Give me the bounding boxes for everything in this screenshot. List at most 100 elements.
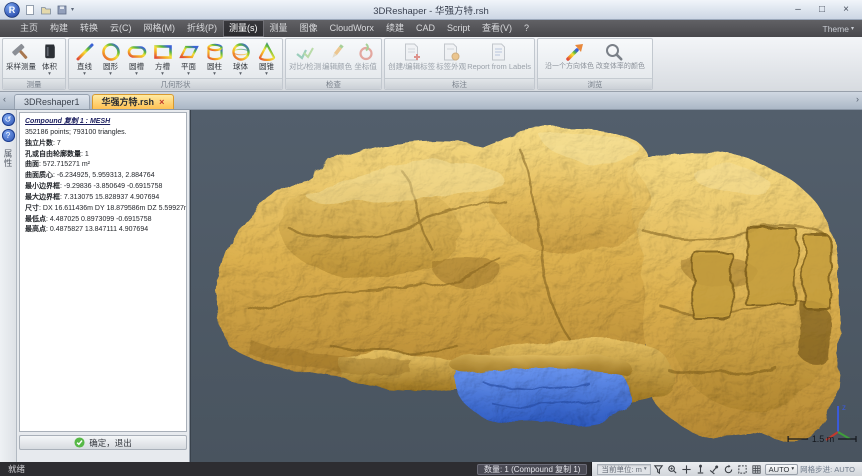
edit-colors-button[interactable]: 编辑颜色 xyxy=(322,41,352,71)
viewport-3d[interactable]: z 1.5 m xyxy=(190,110,862,462)
open-file-icon[interactable] xyxy=(39,3,52,16)
menu-tab[interactable]: 续建 xyxy=(380,20,410,37)
tab-scroll-right-icon[interactable]: › xyxy=(856,94,859,104)
menu-tab[interactable]: 转换 xyxy=(74,20,104,37)
zoom-icon[interactable] xyxy=(667,463,679,475)
menu-tab[interactable]: 测量 xyxy=(264,20,294,37)
property-row: 曲面: 572.715271 m² xyxy=(25,160,181,171)
shape-cylinder-button[interactable]: 圆柱 ▾ xyxy=(202,41,227,78)
property-row: 最小边界框: -9.29836 -3.850649 -0.6915758 xyxy=(25,182,181,193)
menu-tab[interactable]: 构建 xyxy=(44,20,74,37)
view-direction-color-button[interactable] xyxy=(563,41,588,63)
menu-tabs: 主页 构建 转换 云(C) 网格(M) 折线(P) 测量(s) 测量 图像 Cl… xyxy=(14,20,535,37)
chevron-down-icon[interactable]: ▾ xyxy=(48,72,51,78)
menu-tab[interactable]: 主页 xyxy=(14,20,44,37)
chevron-down-icon[interactable]: ▾ xyxy=(239,72,242,78)
menu-tab[interactable]: ? xyxy=(518,20,535,37)
chevron-down-icon[interactable]: ▾ xyxy=(265,72,268,78)
back-icon[interactable]: ↺ xyxy=(2,113,15,126)
menu-tab[interactable]: 网格(M) xyxy=(138,20,182,37)
close-tab-icon[interactable]: × xyxy=(159,95,164,109)
magnifier-icon xyxy=(603,41,625,63)
quick-access-caret-icon[interactable]: ▾ xyxy=(71,6,74,13)
chevron-down-icon[interactable]: ▾ xyxy=(187,72,190,78)
shape-circle-button[interactable]: 圆形 ▾ xyxy=(98,41,123,78)
theme-selector[interactable]: Theme ▾ xyxy=(815,20,862,37)
shape-plane-button[interactable]: 平面 ▾ xyxy=(176,41,201,78)
chevron-down-icon[interactable]: ▾ xyxy=(109,72,112,78)
group-label: 测量 xyxy=(3,78,65,89)
document-tab-bar: ‹ 3DReshaper1 华强方特.rsh × › xyxy=(0,92,862,110)
object-counts: 352186 points; 793100 triangles. xyxy=(25,128,181,139)
close-button[interactable]: × xyxy=(834,1,858,19)
sample-measure-button[interactable]: 采样测量 xyxy=(6,41,36,71)
document-tab-active[interactable]: 华强方特.rsh × xyxy=(92,94,175,109)
object-title: Compound 复制 1 : MESH xyxy=(25,117,181,128)
property-row: 孔或自由轮廓数量: 1 xyxy=(25,150,181,161)
units-combo[interactable]: 当前单位: m ▾ xyxy=(597,464,650,475)
side-strip: ↺ ? 属性 xyxy=(0,110,17,462)
tab-scroll-left-icon[interactable]: ‹ xyxy=(3,94,6,104)
maximize-button[interactable]: □ xyxy=(810,1,834,19)
label-gear-icon xyxy=(440,41,462,63)
check-icon xyxy=(74,437,85,448)
auto-button[interactable]: AUTO ▾ xyxy=(765,464,798,475)
confirm-exit-button[interactable]: 确定，退出 xyxy=(19,435,187,450)
rotate-icon[interactable] xyxy=(723,463,735,475)
active-tab-label: 华强方特.rsh xyxy=(102,95,155,109)
grid-icon[interactable] xyxy=(751,463,763,475)
button-label: 采样测量 xyxy=(6,63,36,71)
pin-tilted-icon[interactable] xyxy=(709,463,721,475)
ribbon-group-measure: 采样测量 体积 ▾ 测量 xyxy=(2,38,66,90)
magnify-view-button[interactable] xyxy=(602,41,627,63)
mesh-group xyxy=(218,126,840,441)
object-properties: Compound 复制 1 : MESH 352186 points; 7931… xyxy=(19,112,187,432)
report-from-labels-button[interactable]: Report from Labels xyxy=(467,41,531,71)
shape-slot-button[interactable]: 圆槽 ▾ xyxy=(124,41,149,78)
shape-line-button[interactable]: 直线 ▾ xyxy=(72,41,97,78)
document-tab-3dreshaper1[interactable]: 3DReshaper1 xyxy=(14,94,90,109)
label-appearance-button[interactable]: 标签外观 xyxy=(436,41,466,71)
cone-icon xyxy=(256,41,278,63)
save-file-icon[interactable] xyxy=(55,3,68,16)
shape-cone-button[interactable]: 圆锥 ▾ xyxy=(254,41,279,78)
menu-tab[interactable]: 图像 xyxy=(294,20,324,37)
volume-button[interactable]: 体积 ▾ xyxy=(37,41,62,78)
menu-tab[interactable]: CloudWorx xyxy=(324,20,380,37)
create-edit-label-button[interactable]: 创建/编辑标签 xyxy=(388,41,435,71)
chevron-down-icon[interactable]: ▾ xyxy=(213,72,216,78)
circle-icon xyxy=(100,41,122,63)
status-bar: 就绪 数量: 1 (Compound 复制 1) 当前单位: m ▾ AUTO … xyxy=(0,462,862,476)
shape-sphere-button[interactable]: 球体 ▾ xyxy=(228,41,253,78)
move-icon[interactable] xyxy=(681,463,693,475)
properties-tab[interactable]: 属性 xyxy=(2,149,14,168)
line-icon xyxy=(74,41,96,63)
coordinate-values-button[interactable]: 坐标值 xyxy=(353,41,378,71)
ribbon-group-shapes: 直线 ▾ 圆形 ▾ 圆槽 ▾ 方槽 ▾ xyxy=(68,38,283,90)
ring-icon xyxy=(355,41,377,63)
menu-tab[interactable]: 云(C) xyxy=(104,20,138,37)
chevron-down-icon[interactable]: ▾ xyxy=(135,72,138,78)
property-row: 最低点: 4.487025 0.8973099 -0.6915758 xyxy=(25,215,181,226)
property-row: 最大边界框: 7.313075 15.828937 4.907694 xyxy=(25,193,181,204)
app-window: R ▾ 3DReshaper - 华强方特.rsh – □ × 主页 xyxy=(0,0,862,476)
help-icon[interactable]: ? xyxy=(2,129,15,142)
quick-access-toolbar: R ▾ xyxy=(4,2,74,18)
menu-tab[interactable]: Script xyxy=(441,20,476,37)
main-area: ↺ ? 属性 Compound 复制 1 : MESH 352186 point… xyxy=(0,110,862,462)
menu-tab[interactable]: 测量(s) xyxy=(223,20,264,37)
shape-rect-slot-button[interactable]: 方槽 ▾ xyxy=(150,41,175,78)
new-file-icon[interactable] xyxy=(23,3,36,16)
chevron-down-icon[interactable]: ▾ xyxy=(161,72,164,78)
select-rect-icon[interactable] xyxy=(737,463,749,475)
menu-tab[interactable]: CAD xyxy=(410,20,441,37)
minimize-button[interactable]: – xyxy=(786,1,810,19)
group-label: 浏览 xyxy=(538,78,652,89)
menu-tab[interactable]: 查看(V) xyxy=(476,20,518,37)
menu-tab[interactable]: 折线(P) xyxy=(181,20,223,37)
pin-icon[interactable] xyxy=(695,463,707,475)
filter-icon[interactable] xyxy=(653,463,665,475)
chevron-down-icon[interactable]: ▾ xyxy=(83,72,86,78)
button-label: 体积 xyxy=(42,63,57,71)
compare-inspect-button[interactable]: 对比/检测 xyxy=(289,41,321,71)
